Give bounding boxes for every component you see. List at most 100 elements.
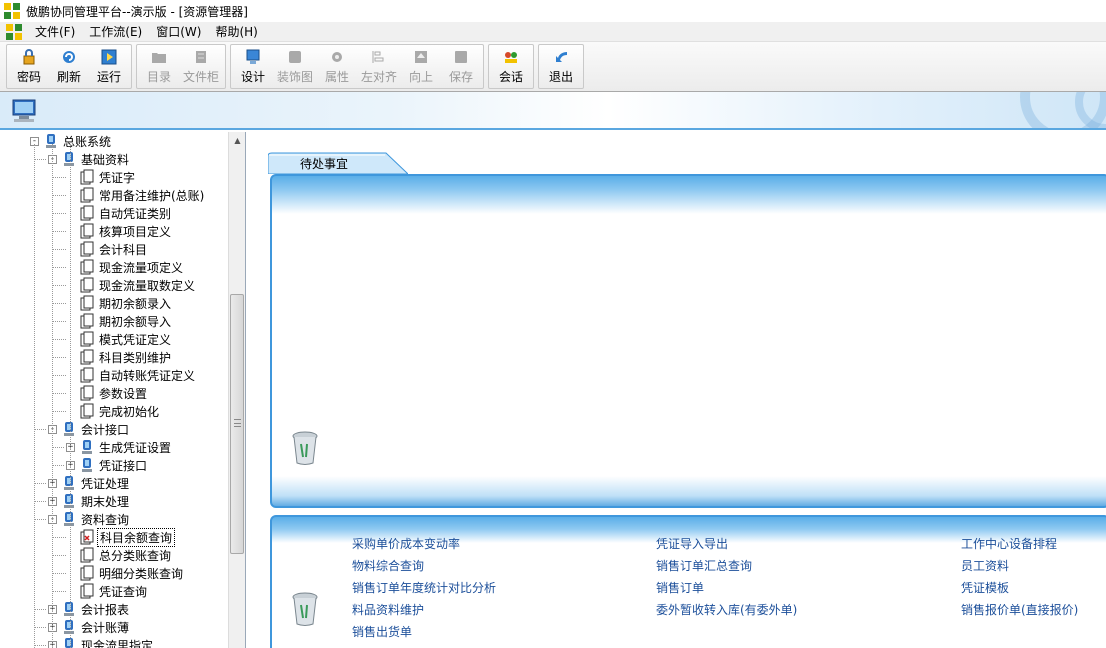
tree-node-label: 凭证处理 bbox=[81, 476, 130, 491]
tree-node-label: 期末处理 bbox=[81, 494, 130, 509]
quick-link[interactable]: 凭证导入导出 bbox=[656, 535, 728, 552]
menu-file[interactable]: 文件(F) bbox=[28, 23, 82, 40]
quick-link[interactable]: 销售订单汇总查询 bbox=[656, 557, 752, 574]
tree-node[interactable]: 凭证字 bbox=[66, 168, 137, 186]
menu-window[interactable]: 窗口(W) bbox=[149, 23, 208, 40]
chat-button[interactable]: 会话 bbox=[491, 45, 531, 88]
module-icon bbox=[61, 637, 77, 648]
tree-scrollbar[interactable]: ▲ bbox=[228, 132, 245, 648]
document-icon bbox=[79, 277, 95, 293]
quick-link[interactable]: 凭证模板 bbox=[961, 579, 1009, 596]
tree-node[interactable]: 核算项目定义 bbox=[66, 222, 173, 240]
menu-workflow[interactable]: 工作流(E) bbox=[82, 23, 149, 40]
tree-node[interactable]: + 凭证接口 bbox=[66, 456, 149, 474]
cabinet-button[interactable]: 文件柜 bbox=[179, 45, 223, 88]
quick-link[interactable]: 销售订单 bbox=[656, 579, 704, 596]
module-icon bbox=[79, 457, 95, 473]
tree-node[interactable]: + 期末处理 bbox=[48, 492, 131, 510]
tree-connector bbox=[52, 591, 66, 592]
design-button[interactable]: 设计 bbox=[233, 45, 273, 88]
quick-link[interactable]: 委外暂收转入库(有委外单) bbox=[656, 601, 797, 618]
tree-node-label: 核算项目定义 bbox=[99, 224, 172, 239]
tree-node-label: 科目类别维护 bbox=[99, 350, 172, 365]
scroll-thumb[interactable] bbox=[230, 294, 244, 554]
tree-node[interactable]: - 基础资料 bbox=[48, 150, 131, 168]
module-icon bbox=[61, 421, 77, 437]
decoration-button[interactable]: 装饰图 bbox=[273, 45, 317, 88]
align-left-button[interactable]: 左对齐 bbox=[357, 45, 401, 88]
properties-button[interactable]: 属性 bbox=[317, 45, 357, 88]
tree-node[interactable]: 参数设置 bbox=[66, 384, 149, 402]
module-icon bbox=[61, 619, 77, 635]
run-button[interactable]: 运行 bbox=[89, 45, 129, 88]
refresh-button[interactable]: 刷新 bbox=[49, 45, 89, 88]
tree-node[interactable]: 自动转账凭证定义 bbox=[66, 366, 197, 384]
document-icon bbox=[79, 223, 95, 239]
tree-node[interactable]: - 资料查询 bbox=[48, 510, 131, 528]
tree-node[interactable]: + 凭证处理 bbox=[48, 474, 131, 492]
catalog-button[interactable]: 目录 bbox=[139, 45, 179, 88]
document-icon bbox=[79, 205, 95, 221]
password-button[interactable]: 密码 bbox=[9, 45, 49, 88]
scroll-up-icon[interactable]: ▲ bbox=[229, 132, 245, 149]
document-icon bbox=[79, 187, 95, 203]
tree-node[interactable]: + 会计报表 bbox=[48, 600, 131, 618]
tree-node[interactable]: + 会计账薄 bbox=[48, 618, 131, 636]
tree-node-label: 明细分类账查询 bbox=[99, 566, 184, 581]
tree-node[interactable]: 科目类别维护 bbox=[66, 348, 173, 366]
tree-node[interactable]: 总分类账查询 bbox=[66, 546, 173, 564]
exit-button[interactable]: 退出 bbox=[541, 45, 581, 88]
tree-connector bbox=[52, 249, 66, 250]
quick-link[interactable]: 料品资料维护 bbox=[352, 601, 424, 618]
tree-node[interactable]: 现金流量项定义 bbox=[66, 258, 185, 276]
quick-link[interactable]: 物料综合查询 bbox=[352, 557, 424, 574]
tab-pending[interactable]: 待处事宜 bbox=[268, 152, 408, 174]
tree-node[interactable]: + 现金流里指定 bbox=[48, 636, 155, 648]
save-icon bbox=[452, 48, 470, 66]
app-menu-icon[interactable] bbox=[6, 23, 22, 40]
tree-node[interactable]: 常用备注维护(总账) bbox=[66, 186, 206, 204]
recycle-bin-icon bbox=[292, 592, 318, 626]
document-icon bbox=[79, 367, 95, 383]
quick-link[interactable]: 销售订单年度统计对比分析 bbox=[352, 579, 496, 596]
quick-link[interactable]: 工作中心设备排程 bbox=[961, 535, 1057, 552]
tree-node[interactable]: 完成初始化 bbox=[66, 402, 161, 420]
tree-node[interactable]: 科目余额查询 bbox=[66, 527, 176, 547]
tree-connector bbox=[34, 519, 46, 520]
quick-link[interactable]: 员工资料 bbox=[961, 557, 1009, 574]
tree-guide-line bbox=[70, 144, 71, 648]
tree-node-label: 会计科目 bbox=[99, 242, 148, 257]
document-icon bbox=[79, 313, 95, 329]
module-icon bbox=[61, 475, 77, 491]
module-icon bbox=[61, 493, 77, 509]
tree-node-label: 现金流里指定 bbox=[81, 638, 154, 648]
quick-link[interactable]: 采购单价成本变动率 bbox=[352, 535, 460, 552]
tree-node[interactable]: 期初余额导入 bbox=[66, 312, 173, 330]
tree-node[interactable]: 现金流量取数定义 bbox=[66, 276, 197, 294]
tree-node[interactable]: 凭证查询 bbox=[66, 582, 149, 600]
gear-icon bbox=[328, 48, 346, 66]
quick-link[interactable]: 销售出货单 bbox=[352, 623, 412, 640]
tree-node[interactable]: + 生成凭证设置 bbox=[66, 438, 173, 456]
tree-node[interactable]: 会计科目 bbox=[66, 240, 149, 258]
toolbar-group-session: 会话 bbox=[488, 44, 534, 89]
save-button[interactable]: 保存 bbox=[441, 45, 481, 88]
tree-node[interactable]: 明细分类账查询 bbox=[66, 564, 185, 582]
tree-connector bbox=[52, 213, 66, 214]
tree-node[interactable]: 期初余额录入 bbox=[66, 294, 173, 312]
quick-link[interactable]: 销售报价单(直接报价) bbox=[961, 601, 1078, 618]
tree-node-label: 会计接口 bbox=[81, 422, 130, 437]
up-button[interactable]: 向上 bbox=[401, 45, 441, 88]
tree-node[interactable]: - 会计接口 bbox=[48, 420, 131, 438]
menu-help[interactable]: 帮助(H) bbox=[208, 23, 264, 40]
tree-node-label: 基础资料 bbox=[81, 152, 130, 167]
tree-node-label: 凭证字 bbox=[99, 170, 136, 185]
tree-node[interactable]: - 总账系统 bbox=[30, 132, 113, 150]
tree-guide-line bbox=[52, 144, 53, 648]
tree-connector bbox=[52, 573, 66, 574]
tree-node[interactable]: 自动凭证类别 bbox=[66, 204, 173, 222]
tree-node[interactable]: 模式凭证定义 bbox=[66, 330, 173, 348]
document-icon bbox=[79, 331, 95, 347]
module-icon bbox=[79, 439, 95, 455]
window-title: 傲鹏协同管理平台--演示版 - [资源管理器] bbox=[26, 4, 248, 19]
